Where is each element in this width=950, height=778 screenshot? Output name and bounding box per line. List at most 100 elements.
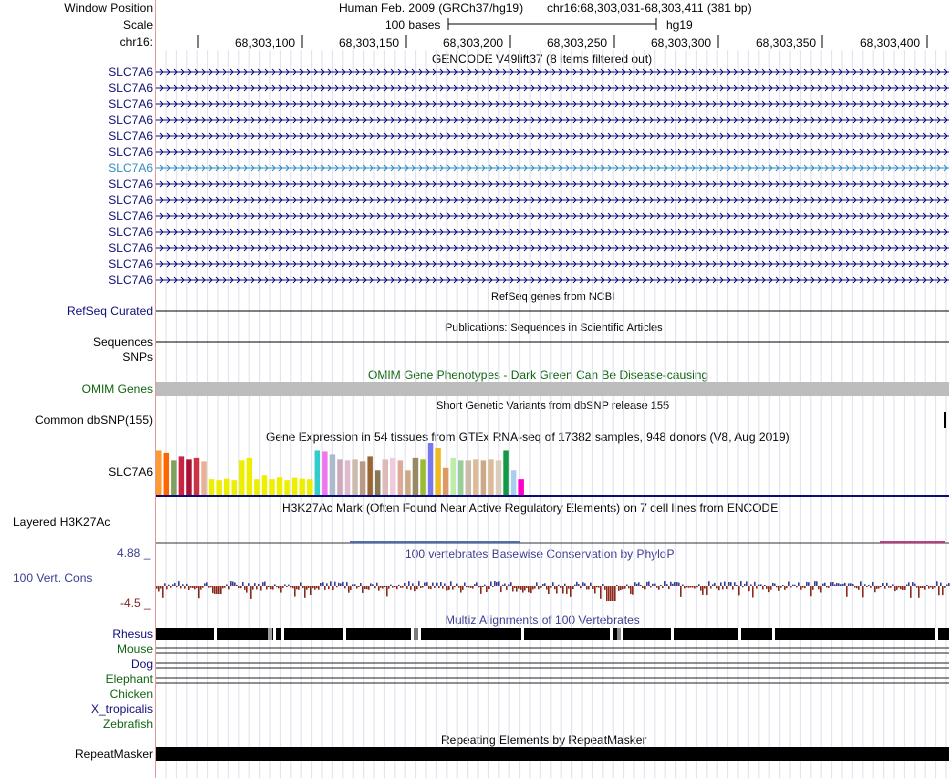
conservation-bar	[360, 582, 362, 586]
multiz-rhesus	[156, 628, 949, 640]
conservation-bar	[914, 583, 916, 586]
conservation-bar	[636, 583, 638, 586]
conservation-bar	[626, 584, 628, 586]
genome-browser-image[interactable]: Window Position Scale chr16: Human Feb. …	[0, 0, 950, 778]
conservation-bar	[432, 582, 434, 586]
conservation-bar	[672, 583, 674, 586]
conservation-bar	[520, 586, 522, 590]
conservation-bar	[340, 583, 342, 586]
conservation-bar	[492, 586, 494, 588]
gtex-bar	[329, 454, 336, 495]
conservation-bar	[380, 586, 382, 588]
gtex-bar	[397, 460, 404, 495]
conservation-bar	[846, 586, 848, 597]
conservation-bar	[174, 583, 176, 586]
gencode-transcript	[156, 84, 949, 92]
conservation-bar	[844, 582, 846, 586]
conservation-bar	[594, 586, 596, 594]
conservation-bar	[464, 582, 466, 586]
conservation-bar	[294, 586, 296, 597]
conservation-bar	[880, 586, 882, 588]
conservation-bar	[804, 586, 806, 589]
gencode-transcript	[156, 212, 949, 220]
conservation-bar	[948, 583, 950, 586]
conservation-bar	[386, 586, 388, 597]
conservation-bar	[550, 586, 552, 588]
conservation-bar	[322, 582, 324, 586]
conservation-bar	[652, 583, 654, 586]
conservation-bar	[716, 586, 718, 589]
conservation-bar	[406, 586, 408, 589]
conservation-bar	[202, 586, 204, 588]
conservation-bar	[310, 586, 312, 596]
conservation-bar	[328, 586, 330, 590]
conservation-bar	[800, 586, 802, 590]
conservation-bar	[890, 586, 892, 588]
conservation-bar	[718, 586, 720, 591]
conservation-bar	[456, 583, 458, 586]
conservation-wiggle	[156, 581, 950, 601]
conservation-bar	[608, 586, 610, 601]
conservation-bar	[798, 582, 800, 586]
conservation-bar	[752, 586, 754, 598]
conservation-bar	[260, 586, 262, 591]
conservation-bar	[760, 584, 762, 586]
conservation-bar	[794, 584, 796, 586]
conservation-bar	[640, 584, 642, 586]
gtex-bar	[367, 456, 373, 495]
conservation-bar	[616, 584, 618, 586]
conservation-bar	[744, 583, 746, 586]
conservation-bar	[770, 586, 772, 590]
gtex-bar	[254, 479, 260, 495]
conservation-bar	[854, 586, 856, 588]
conservation-bar	[540, 586, 542, 588]
conservation-bar	[244, 586, 246, 590]
conservation-bar	[624, 586, 626, 589]
gtex-bar	[307, 479, 313, 495]
conservation-bar	[490, 581, 492, 586]
conservation-bar	[374, 586, 376, 589]
conservation-bar	[762, 586, 764, 590]
conservation-bar	[348, 586, 350, 593]
conservation-bar	[564, 583, 566, 586]
conservation-bar	[290, 586, 292, 588]
conservation-bar	[932, 586, 934, 589]
ruler	[197, 35, 928, 48]
conservation-bar	[232, 581, 234, 586]
conservation-bar	[194, 586, 196, 590]
conservation-bar	[746, 581, 748, 586]
conservation-bar	[924, 586, 926, 590]
conservation-bar	[248, 583, 250, 586]
conservation-bar	[302, 586, 304, 589]
conservation-bar	[166, 586, 168, 590]
conservation-bar	[196, 586, 198, 589]
gtex-bar	[322, 451, 328, 495]
conservation-bar	[572, 586, 574, 590]
conservation-bar	[522, 586, 524, 593]
conservation-bar	[596, 586, 598, 588]
conservation-bar	[876, 586, 878, 589]
gtex-bar	[231, 480, 237, 495]
conservation-bar	[668, 586, 670, 590]
conservation-bar	[730, 582, 732, 586]
gencode-transcripts	[156, 68, 949, 284]
conservation-bar	[440, 582, 442, 586]
conservation-bar	[468, 586, 470, 588]
conservation-bar	[928, 586, 930, 589]
conservation-bar	[850, 583, 852, 586]
conservation-bar	[574, 584, 576, 586]
conservation-bar	[838, 583, 840, 586]
conservation-bar	[424, 582, 426, 586]
conservation-bar	[422, 586, 424, 588]
conservation-bar	[732, 586, 734, 590]
conservation-bar	[214, 586, 216, 594]
conservation-bar	[922, 586, 924, 588]
conservation-bar	[566, 586, 568, 594]
conservation-bar	[750, 584, 752, 586]
conservation-bar	[684, 586, 686, 589]
conservation-bar	[580, 586, 582, 589]
conservation-bar	[942, 586, 944, 596]
conservation-bar	[906, 584, 908, 586]
gtex-bar	[201, 461, 207, 495]
conservation-bar	[642, 586, 644, 588]
